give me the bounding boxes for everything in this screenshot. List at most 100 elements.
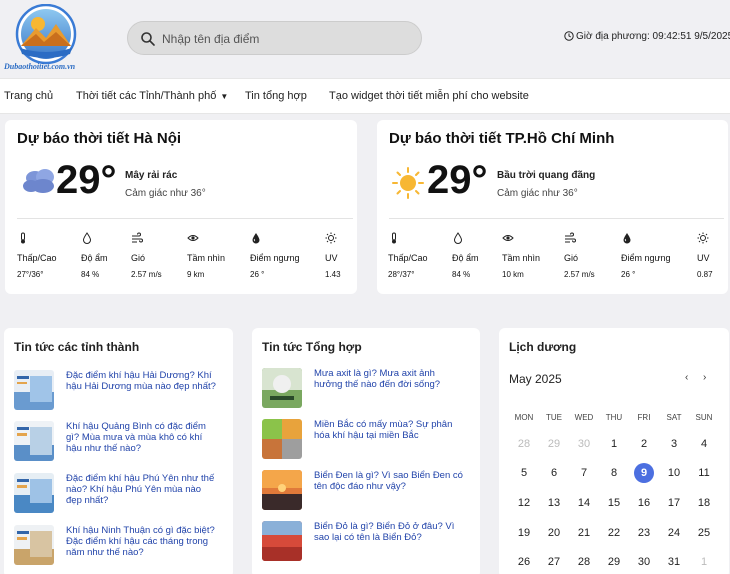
calendar-day[interactable]: 7: [569, 463, 599, 483]
news-title[interactable]: Đặc điểm khí hậu Hải Dương? Khí hậu Hải …: [66, 370, 216, 392]
calendar-day[interactable]: 5: [509, 463, 539, 483]
nav-item-provinces-label: Thời tiết các Tỉnh/Thành phố: [76, 90, 217, 102]
calendar-day[interactable]: 29: [539, 434, 569, 454]
calendar-day[interactable]: 22: [599, 523, 629, 543]
calendar-day[interactable]: 27: [539, 552, 569, 572]
current-temp: 29°: [56, 158, 117, 202]
stat-label: Tầm nhìn: [502, 253, 541, 263]
weekday-label: SUN: [695, 413, 713, 422]
general-news-panel: Tin tức Tổng hợp Mưa axit là gì? Mưa axi…: [252, 328, 480, 574]
news-item[interactable]: Biển Đen là gì? Vì sao Biển Đen có tên đ…: [262, 470, 472, 518]
search-bar[interactable]: [127, 21, 422, 55]
calendar-day[interactable]: 26: [509, 552, 539, 572]
calendar-day-today[interactable]: 9: [629, 463, 659, 483]
weather-card-hcm: Dự báo thời tiết TP.Hồ Chí Minh 29° Bầu …: [377, 120, 728, 294]
calendar-day[interactable]: 2: [629, 434, 659, 454]
calendar-day[interactable]: 10: [659, 463, 689, 483]
stat-dew-point: Điểm ngưng 26 °: [621, 232, 671, 279]
news-title[interactable]: Biển Đỏ là gì? Biển Đỏ ở đâu? Vì sao lại…: [314, 521, 464, 543]
nav-item-home[interactable]: Trang chủ: [4, 90, 53, 102]
calendar-day[interactable]: 14: [569, 493, 599, 513]
calendar-day[interactable]: 11: [689, 463, 719, 483]
calendar-day[interactable]: 23: [629, 523, 659, 543]
news-thumbnail[interactable]: [14, 525, 54, 565]
news-item[interactable]: Miền Bắc có mấy mùa? Sự phân hóa khí hậu…: [262, 419, 472, 467]
stat-low-high: Thấp/Cao 27°/36°: [17, 232, 57, 279]
calendar-day[interactable]: 3: [659, 434, 689, 454]
droplet-icon: [82, 232, 92, 244]
calendar-day[interactable]: 31: [659, 552, 689, 572]
calendar-day[interactable]: 13: [539, 493, 569, 513]
calendar-day[interactable]: 16: [629, 493, 659, 513]
stat-humidity: Độ ẩm 84 %: [81, 232, 108, 279]
news-item[interactable]: Đặc điểm khí hậu Hải Dương? Khí hậu Hải …: [14, 370, 224, 418]
chevron-right-icon[interactable]: ›: [703, 372, 706, 383]
stat-value: 26 °: [621, 270, 636, 279]
calendar-day[interactable]: 28: [569, 552, 599, 572]
calendar-day[interactable]: 21: [569, 523, 599, 543]
calendar-day[interactable]: 8: [599, 463, 629, 483]
calendar-day[interactable]: 19: [509, 523, 539, 543]
stat-value: 28°/37°: [388, 270, 415, 279]
stat-wind: Gió 2.57 m/s: [564, 232, 595, 279]
calendar-day[interactable]: 30: [629, 552, 659, 572]
current-temp: 29°: [427, 158, 488, 202]
nav-item-general-news[interactable]: Tin tổng hợp: [245, 90, 307, 102]
calendar-day[interactable]: 30: [569, 434, 599, 454]
news-item[interactable]: Mưa axit là gì? Mưa axit ảnh hưởng thế n…: [262, 368, 472, 416]
news-title[interactable]: Mưa axit là gì? Mưa axit ảnh hưởng thế n…: [314, 368, 464, 390]
calendar-day[interactable]: 18: [689, 493, 719, 513]
news-title[interactable]: Khí hậu Ninh Thuận có gì đặc biệt? Đặc đ…: [66, 525, 216, 558]
news-title[interactable]: Biển Đen là gì? Vì sao Biển Đen có tên đ…: [314, 470, 464, 492]
news-title[interactable]: Miền Bắc có mấy mùa? Sự phân hóa khí hậu…: [314, 419, 464, 441]
news-title[interactable]: Đặc điểm khí hậu Phú Yên như thế nào? Kh…: [66, 473, 216, 506]
news-item[interactable]: Biển Đỏ là gì? Biển Đỏ ở đâu? Vì sao lại…: [262, 521, 472, 569]
calendar-day[interactable]: 29: [599, 552, 629, 572]
news-thumbnail[interactable]: [14, 473, 54, 513]
stat-low-high: Thấp/Cao 28°/37°: [388, 232, 428, 279]
calendar-panel: Lịch dương May 2025 ‹ › MON TUE WED THU …: [499, 328, 729, 574]
section-title: Tin tức Tổng hợp: [262, 340, 362, 354]
stat-label: Thấp/Cao: [17, 253, 57, 263]
news-item[interactable]: Đặc điểm khí hậu Phú Yên như thế nào? Kh…: [14, 473, 224, 521]
stat-visibility: Tầm nhìn 10 km: [502, 232, 540, 279]
droplet-icon: [453, 232, 463, 244]
divider: [17, 218, 353, 219]
stat-label: Độ ẩm: [81, 253, 108, 263]
news-thumbnail[interactable]: [14, 370, 54, 410]
stat-value: 2.57 m/s: [564, 270, 595, 279]
news-thumbnail[interactable]: [262, 368, 302, 408]
chevron-left-icon[interactable]: ‹: [685, 372, 688, 383]
news-item[interactable]: Khí hậu Quảng Bình có đặc điểm gì? Mùa m…: [14, 421, 224, 469]
news-thumbnail[interactable]: [262, 419, 302, 459]
local-time-text: Giờ địa phương: 09:42:51 9/5/2025: [576, 31, 730, 42]
site-header: Dubaothoitiet.com.vn Giờ địa phương: 09:…: [0, 0, 730, 78]
stat-label: Thấp/Cao: [388, 253, 428, 263]
thermometer-icon: [392, 232, 396, 244]
nav-item-provinces[interactable]: Thời tiết các Tỉnh/Thành phố ▼: [76, 90, 228, 102]
news-thumbnail[interactable]: [14, 421, 54, 461]
search-icon: [141, 32, 155, 46]
calendar-day[interactable]: 6: [539, 463, 569, 483]
nav-item-widget[interactable]: Tạo widget thời tiết miễn phí cho websit…: [329, 90, 529, 102]
calendar-day[interactable]: 24: [659, 523, 689, 543]
stat-label: Độ ẩm: [452, 253, 479, 263]
calendar-day[interactable]: 28: [509, 434, 539, 454]
local-time: Giờ địa phương: 09:42:51 9/5/2025: [564, 31, 730, 42]
section-title: Lịch dương: [509, 340, 577, 354]
calendar-day[interactable]: 4: [689, 434, 719, 454]
calendar-day[interactable]: 17: [659, 493, 689, 513]
calendar-day[interactable]: 1: [599, 434, 629, 454]
news-item[interactable]: Khí hậu Ninh Thuận có gì đặc biệt? Đặc đ…: [14, 525, 224, 573]
news-title[interactable]: Khí hậu Quảng Bình có đặc điểm gì? Mùa m…: [66, 421, 216, 454]
news-thumbnail[interactable]: [262, 521, 302, 561]
stat-value: 1.43: [325, 270, 341, 279]
news-thumbnail[interactable]: [262, 470, 302, 510]
calendar-day[interactable]: 25: [689, 523, 719, 543]
calendar-day[interactable]: 12: [509, 493, 539, 513]
main-nav: Trang chủ Thời tiết các Tỉnh/Thành phố ▼ …: [0, 78, 730, 114]
calendar-day[interactable]: 1: [689, 552, 719, 572]
calendar-day[interactable]: 15: [599, 493, 629, 513]
search-input[interactable]: [162, 30, 402, 48]
calendar-day[interactable]: 20: [539, 523, 569, 543]
